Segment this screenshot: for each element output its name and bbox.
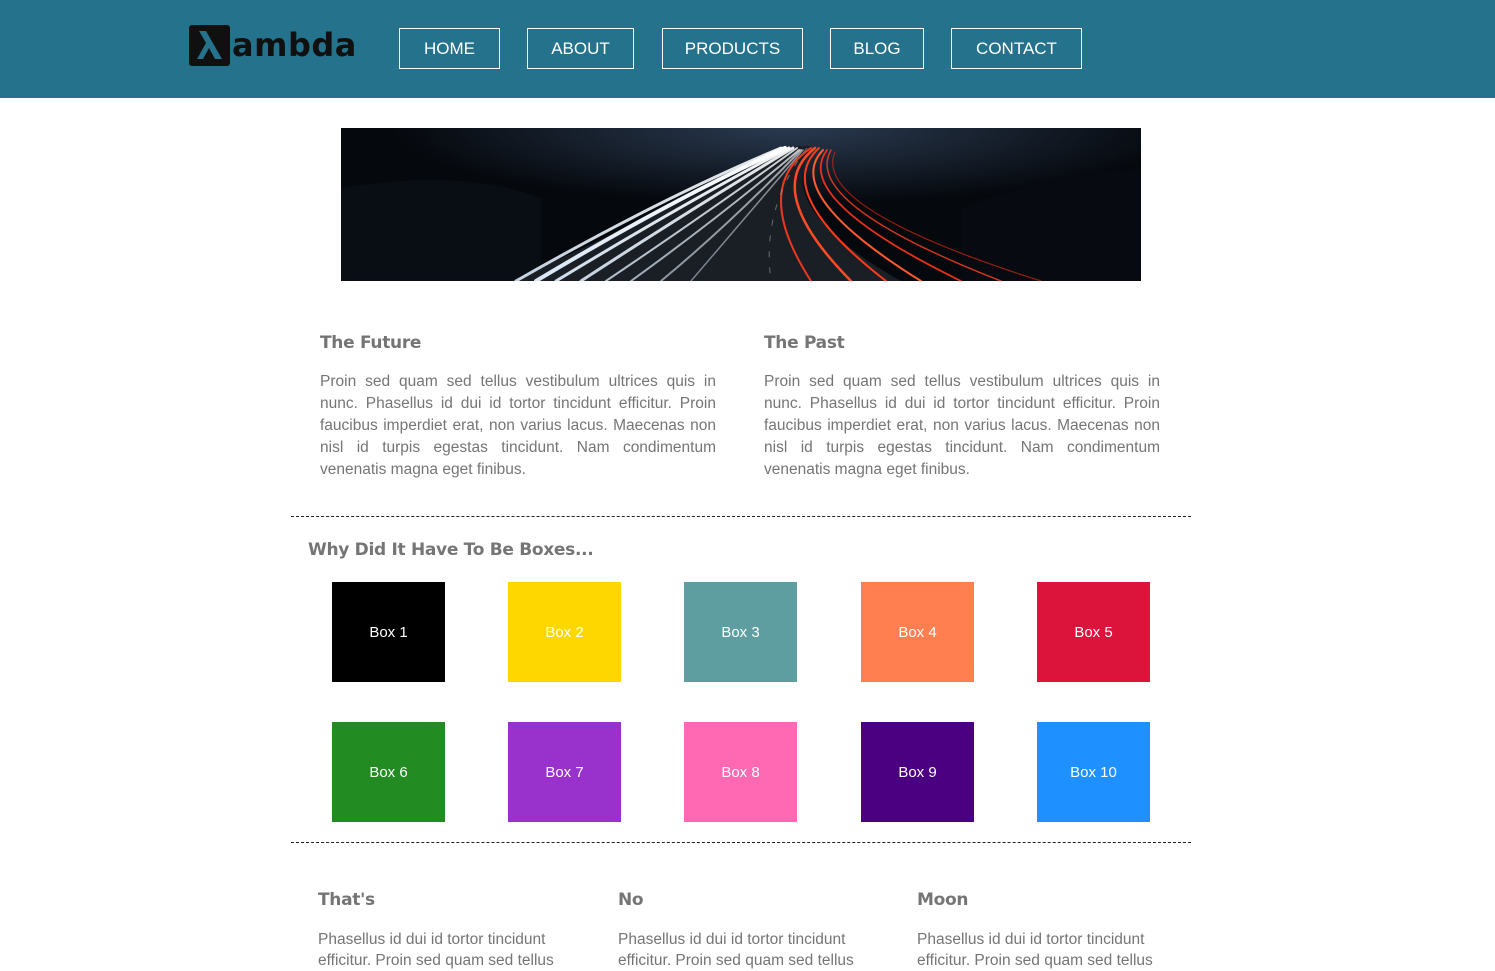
lambda-icon xyxy=(189,24,230,66)
past-title: The Past xyxy=(764,333,845,353)
box-9: Box 9 xyxy=(861,722,974,822)
divider xyxy=(291,842,1191,843)
box-2: Box 2 xyxy=(508,582,621,682)
box-3: Box 3 xyxy=(684,582,797,682)
nav-blog-button[interactable]: BLOG xyxy=(830,28,924,69)
column-text: Phasellus id dui id tortor tincidunt eff… xyxy=(618,931,854,969)
past-text: Proin sed quam sed tellus vestibulum ult… xyxy=(764,373,1160,478)
nav-products-button[interactable]: PRODUCTS xyxy=(662,28,803,69)
boxes-title: Why Did It Have To Be Boxes... xyxy=(308,540,594,560)
future-text: Proin sed quam sed tellus vestibulum ult… xyxy=(320,373,716,478)
box-10: Box 10 xyxy=(1037,722,1150,822)
divider xyxy=(291,516,1191,517)
future-title: The Future xyxy=(320,333,422,353)
box-4: Box 4 xyxy=(861,582,974,682)
box-5: Box 5 xyxy=(1037,582,1150,682)
logo-text: ambda xyxy=(232,26,357,64)
box-7: Box 7 xyxy=(508,722,621,822)
column-text: Phasellus id dui id tortor tincidunt eff… xyxy=(917,931,1153,969)
column-title: No xyxy=(618,890,644,910)
nav-about-button[interactable]: ABOUT xyxy=(527,28,634,69)
nav-home-button[interactable]: HOME xyxy=(399,28,500,69)
site-header: ambda HOME ABOUT PRODUCTS BLOG CONTACT xyxy=(0,0,1495,98)
column-title: Moon xyxy=(917,890,969,910)
logo[interactable]: ambda xyxy=(189,24,357,66)
column-text: Phasellus id dui id tortor tincidunt eff… xyxy=(318,931,554,969)
nav-contact-button[interactable]: CONTACT xyxy=(951,28,1082,69)
box-8: Box 8 xyxy=(684,722,797,822)
column-title: That's xyxy=(318,890,375,910)
box-1: Box 1 xyxy=(332,582,445,682)
hero-image xyxy=(341,128,1141,281)
box-6: Box 6 xyxy=(332,722,445,822)
